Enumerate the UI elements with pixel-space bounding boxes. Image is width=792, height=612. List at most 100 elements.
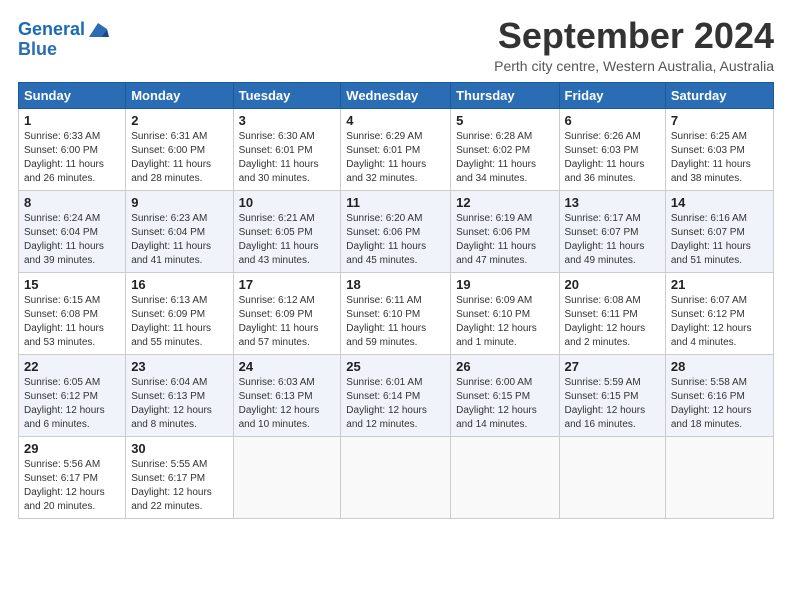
day-info: Sunrise: 6:30 AMSunset: 6:01 PMDaylight:… [239,131,319,184]
day-info: Sunrise: 6:11 AMSunset: 6:10 PMDaylight:… [346,295,426,348]
day-number: 27 [565,359,660,374]
day-info: Sunrise: 6:21 AMSunset: 6:05 PMDaylight:… [239,213,319,266]
logo: General Blue [18,20,109,60]
day-number: 8 [24,195,120,210]
day-cell: 10 Sunrise: 6:21 AMSunset: 6:05 PMDayligh… [233,190,341,272]
day-cell: 3Sunrise: 6:30 AMSunset: 6:01 PMDaylight… [233,108,341,190]
day-cell [233,436,341,518]
day-cell [451,436,559,518]
day-number: 13 [565,195,660,210]
day-number: 26 [456,359,553,374]
day-number: 23 [131,359,227,374]
day-cell: 13 Sunrise: 6:17 AMSunset: 6:07 PMDayligh… [559,190,665,272]
day-cell: 25 Sunrise: 6:01 AMSunset: 6:14 PMDayligh… [341,354,451,436]
calendar: Sunday Monday Tuesday Wednesday Thursday… [18,82,774,519]
day-cell: 11 Sunrise: 6:20 AMSunset: 6:06 PMDayligh… [341,190,451,272]
day-cell: 15Sunrise: 6:15 AMSunset: 6:08 PMDayligh… [19,272,126,354]
day-info: Sunrise: 6:20 AMSunset: 6:06 PMDaylight:… [346,213,426,266]
day-number: 25 [346,359,445,374]
day-cell: 4Sunrise: 6:29 AMSunset: 6:01 PMDaylight… [341,108,451,190]
col-friday: Friday [559,82,665,108]
col-wednesday: Wednesday [341,82,451,108]
day-info: Sunrise: 6:00 AMSunset: 6:15 PMDaylight:… [456,377,537,430]
day-cell [665,436,773,518]
day-info: Sunrise: 6:25 AMSunset: 6:03 PMDaylight:… [671,131,751,184]
day-number: 29 [24,441,120,456]
day-cell: 27 Sunrise: 5:59 AMSunset: 6:15 PMDayligh… [559,354,665,436]
day-cell: 16 Sunrise: 6:13 AMSunset: 6:09 PMDayligh… [126,272,233,354]
day-info: Sunrise: 5:56 AMSunset: 6:17 PMDaylight:… [24,459,105,512]
day-number: 10 [239,195,336,210]
week-row-4: 22 Sunrise: 6:05 AMSunset: 6:12 PMDayligh… [19,354,774,436]
header-row: Sunday Monday Tuesday Wednesday Thursday… [19,82,774,108]
day-cell: 9 Sunrise: 6:23 AMSunset: 6:04 PMDaylight… [126,190,233,272]
day-info: Sunrise: 6:01 AMSunset: 6:14 PMDaylight:… [346,377,427,430]
day-number: 12 [456,195,553,210]
day-info: Sunrise: 6:16 AMSunset: 6:07 PMDaylight:… [671,213,751,266]
day-info: Sunrise: 5:55 AMSunset: 6:17 PMDaylight:… [131,459,212,512]
day-cell: 17 Sunrise: 6:12 AMSunset: 6:09 PMDayligh… [233,272,341,354]
day-number: 15 [24,277,120,292]
day-cell: 7Sunrise: 6:25 AMSunset: 6:03 PMDaylight… [665,108,773,190]
col-sunday: Sunday [19,82,126,108]
day-info: Sunrise: 6:31 AMSunset: 6:00 PMDaylight:… [131,131,211,184]
day-cell: 21 Sunrise: 6:07 AMSunset: 6:12 PMDayligh… [665,272,773,354]
day-number: 16 [131,277,227,292]
day-number: 14 [671,195,768,210]
day-cell: 8 Sunrise: 6:24 AMSunset: 6:04 PMDaylight… [19,190,126,272]
day-number: 22 [24,359,120,374]
day-number: 19 [456,277,553,292]
day-number: 5 [456,113,553,128]
day-info: Sunrise: 6:08 AMSunset: 6:11 PMDaylight:… [565,295,646,348]
day-number: 20 [565,277,660,292]
col-saturday: Saturday [665,82,773,108]
logo-icon [87,21,109,39]
day-info: Sunrise: 6:24 AMSunset: 6:04 PMDaylight:… [24,213,104,266]
subtitle: Perth city centre, Western Australia, Au… [494,58,774,74]
day-number: 21 [671,277,768,292]
day-number: 24 [239,359,336,374]
col-monday: Monday [126,82,233,108]
day-info: Sunrise: 6:23 AMSunset: 6:04 PMDaylight:… [131,213,211,266]
day-cell: 19 Sunrise: 6:09 AMSunset: 6:10 PMDayligh… [451,272,559,354]
header: General Blue September 2024 Perth city c… [18,16,774,74]
day-cell: 6Sunrise: 6:26 AMSunset: 6:03 PMDaylight… [559,108,665,190]
day-info: Sunrise: 6:09 AMSunset: 6:10 PMDaylight:… [456,295,537,348]
day-cell: 20 Sunrise: 6:08 AMSunset: 6:11 PMDayligh… [559,272,665,354]
day-number: 4 [346,113,445,128]
day-cell [341,436,451,518]
day-info: Sunrise: 6:07 AMSunset: 6:12 PMDaylight:… [671,295,752,348]
month-title: September 2024 [494,16,774,56]
day-number: 28 [671,359,768,374]
day-number: 1 [24,113,120,128]
day-cell: 29 Sunrise: 5:56 AMSunset: 6:17 PMDayligh… [19,436,126,518]
page: General Blue September 2024 Perth city c… [0,0,792,529]
logo-text2: Blue [18,40,109,60]
day-info: Sunrise: 6:05 AMSunset: 6:12 PMDaylight:… [24,377,105,430]
day-info: Sunrise: 6:19 AMSunset: 6:06 PMDaylight:… [456,213,536,266]
day-info: Sunrise: 6:03 AMSunset: 6:13 PMDaylight:… [239,377,320,430]
day-number: 6 [565,113,660,128]
day-number: 9 [131,195,227,210]
day-number: 11 [346,195,445,210]
day-cell: 23 Sunrise: 6:04 AMSunset: 6:13 PMDayligh… [126,354,233,436]
day-cell: 30Sunrise: 5:55 AMSunset: 6:17 PMDayligh… [126,436,233,518]
day-info: Sunrise: 6:13 AMSunset: 6:09 PMDaylight:… [131,295,211,348]
day-cell: 12 Sunrise: 6:19 AMSunset: 6:06 PMDayligh… [451,190,559,272]
col-tuesday: Tuesday [233,82,341,108]
day-info: Sunrise: 6:12 AMSunset: 6:09 PMDaylight:… [239,295,319,348]
day-cell: 28Sunrise: 5:58 AMSunset: 6:16 PMDayligh… [665,354,773,436]
day-number: 2 [131,113,227,128]
day-info: Sunrise: 6:17 AMSunset: 6:07 PMDaylight:… [565,213,645,266]
day-info: Sunrise: 5:59 AMSunset: 6:15 PMDaylight:… [565,377,646,430]
col-thursday: Thursday [451,82,559,108]
day-number: 18 [346,277,445,292]
day-cell: 2 Sunrise: 6:31 AMSunset: 6:00 PMDaylight… [126,108,233,190]
day-cell: 18 Sunrise: 6:11 AMSunset: 6:10 PMDayligh… [341,272,451,354]
week-row-1: 1Sunrise: 6:33 AMSunset: 6:00 PMDaylight… [19,108,774,190]
week-row-3: 15Sunrise: 6:15 AMSunset: 6:08 PMDayligh… [19,272,774,354]
day-number: 17 [239,277,336,292]
week-row-5: 29 Sunrise: 5:56 AMSunset: 6:17 PMDayligh… [19,436,774,518]
title-block: September 2024 Perth city centre, Wester… [494,16,774,74]
day-info: Sunrise: 6:04 AMSunset: 6:13 PMDaylight:… [131,377,212,430]
